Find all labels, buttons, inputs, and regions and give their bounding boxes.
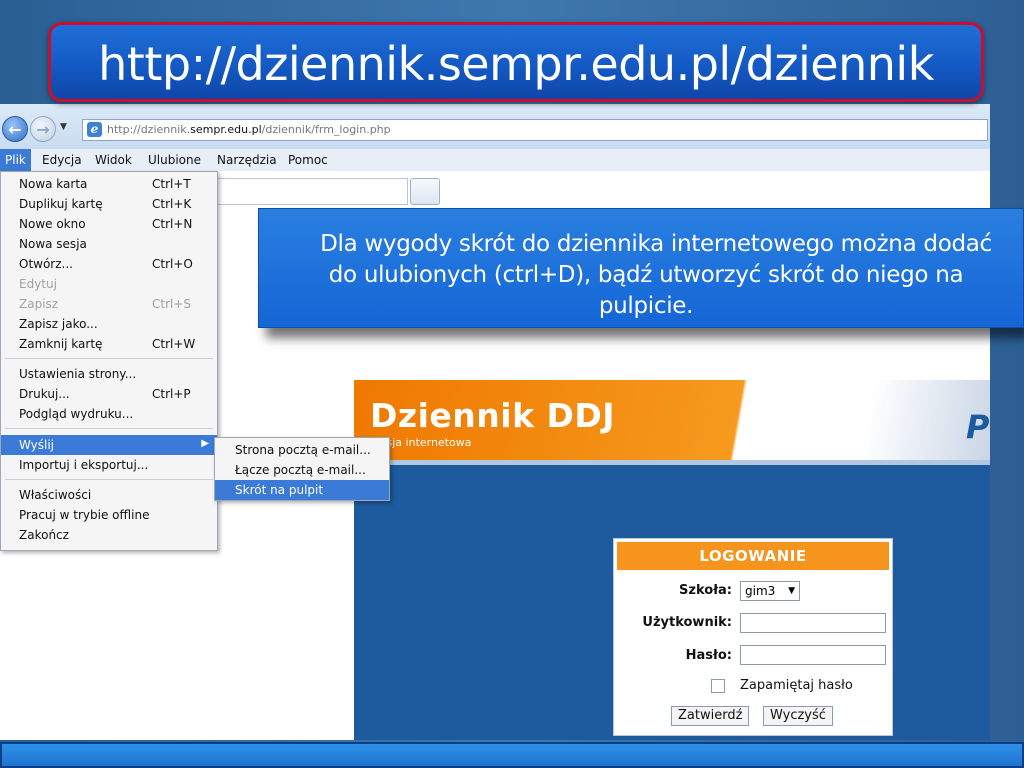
history-dropdown-icon[interactable]: ▼ [60, 122, 67, 132]
menu-item-import-export[interactable]: Importuj i eksportuj... [1, 455, 217, 475]
clear-button[interactable]: Wyczyść [763, 706, 833, 726]
menu-item-new-window[interactable]: Nowe okno Ctrl+N [1, 214, 217, 234]
menu-ulubione[interactable]: Ulubione [143, 149, 206, 171]
menu-item-print[interactable]: Drukuj... Ctrl+P [1, 384, 217, 404]
ie-page-icon: e [87, 122, 102, 137]
password-input[interactable] [740, 645, 886, 665]
remember-checkbox[interactable] [711, 679, 725, 693]
ddj-title: Dziennik DDJ [370, 396, 616, 435]
menu-item-new-tab[interactable]: Nowa karta Ctrl+T [1, 174, 217, 194]
ddj-header: Dziennik DDJ rsja internetowa P [354, 380, 990, 460]
password-label: Hasło: [685, 648, 732, 663]
menu-item-save: Zapisz Ctrl+S [19, 297, 192, 311]
menu-item-open[interactable]: Otwórz... Ctrl+O [1, 254, 217, 274]
menu-item-send[interactable]: Wyślij ▶ [1, 435, 217, 455]
menu-item-print-preview[interactable]: Podgląd wydruku... [1, 404, 217, 424]
menu-plik[interactable]: Plik [0, 149, 31, 171]
submenu-item-desktop-shortcut[interactable]: Skrót na pulpit [215, 480, 389, 500]
file-menu-dropdown: Nowa karta Ctrl+T Duplikuj kartę Ctrl+K No… [0, 171, 218, 551]
callout-text: Dla wygody skrót do dziennika internetow… [320, 231, 992, 319]
username-label: Użytkownik: [642, 615, 732, 630]
menu-narzedzia[interactable]: Narzędzia [212, 149, 282, 171]
ddj-corner-letter: P [966, 408, 990, 446]
send-submenu: Strona pocztą e-mail... Łącze pocztą e-m… [214, 437, 390, 501]
menu-item-duplicate-tab[interactable]: Duplikuj kartę Ctrl+K [1, 194, 217, 214]
forward-arrow-icon[interactable]: → [30, 116, 56, 142]
remember-label: Zapamiętaj hasło [740, 678, 853, 693]
menu-separator [5, 428, 213, 429]
toolbar-search-input[interactable] [215, 178, 408, 205]
menu-item-edit: Edytuj [19, 277, 57, 291]
ddj-header-stripe [354, 460, 990, 465]
menu-item-exit[interactable]: Zakończ [1, 525, 217, 545]
menu-widok[interactable]: Widok [90, 149, 137, 171]
menu-separator [5, 358, 213, 359]
menu-item-save-as[interactable]: Zapisz jako... [1, 314, 217, 334]
menu-item-page-setup[interactable]: Ustawienia strony... [1, 364, 217, 384]
submenu-item-link-email[interactable]: Łącze pocztą e-mail... [215, 460, 389, 480]
slide-title: http://dziennik.sempr.edu.pl/dziennik [98, 37, 934, 91]
slide-title-banner: http://dziennik.sempr.edu.pl/dziennik [48, 22, 984, 102]
school-label: Szkoła: [679, 583, 732, 598]
menu-item-properties[interactable]: Właściwości [1, 485, 217, 505]
login-panel: LOGOWANIE Szkoła: gim3 ▼ Użytkownik: Hasł… [613, 538, 893, 736]
ddj-page: Dziennik DDJ rsja internetowa P LOGOWANI… [354, 380, 990, 740]
submit-button[interactable]: Zatwierdź [671, 706, 750, 726]
menu-item-work-offline[interactable]: Pracuj w trybie offline [1, 505, 217, 525]
submenu-item-page-email[interactable]: Strona pocztą e-mail... [215, 440, 389, 460]
address-toolbar: ← → ▼ e http://dziennik.sempr.edu.pl/dzi… [0, 104, 990, 150]
menu-item-close-tab[interactable]: Zamknij kartę Ctrl+W [1, 334, 217, 354]
browser-window: ← → ▼ e http://dziennik.sempr.edu.pl/dzi… [0, 104, 990, 740]
address-text: http://dziennik.sempr.edu.pl/dziennik/fr… [107, 123, 391, 136]
address-bar[interactable]: e http://dziennik.sempr.edu.pl/dziennik/… [82, 119, 988, 141]
menu-pomoc[interactable]: Pomoc [283, 149, 333, 171]
ddj-subtitle: rsja internetowa [382, 436, 472, 449]
toolbar-search-button[interactable] [410, 178, 440, 205]
back-arrow-icon[interactable]: ← [2, 116, 28, 142]
menu-edycja[interactable]: Edycja [37, 149, 87, 171]
username-input[interactable] [740, 613, 886, 633]
login-header: LOGOWANIE [617, 542, 889, 570]
chevron-down-icon: ▼ [788, 586, 795, 596]
slide-footer-bar [0, 742, 1024, 768]
school-select[interactable]: gim3 ▼ [740, 581, 800, 601]
menu-bar: Plik Edycja Widok Ulubione Narzędzia Pom… [0, 149, 990, 172]
submenu-arrow-icon: ▶ [201, 438, 209, 449]
callout-box: Dla wygody skrót do dziennika internetow… [258, 208, 1024, 328]
menu-item-new-session[interactable]: Nowa sesja [1, 234, 217, 254]
menu-separator [5, 479, 213, 480]
